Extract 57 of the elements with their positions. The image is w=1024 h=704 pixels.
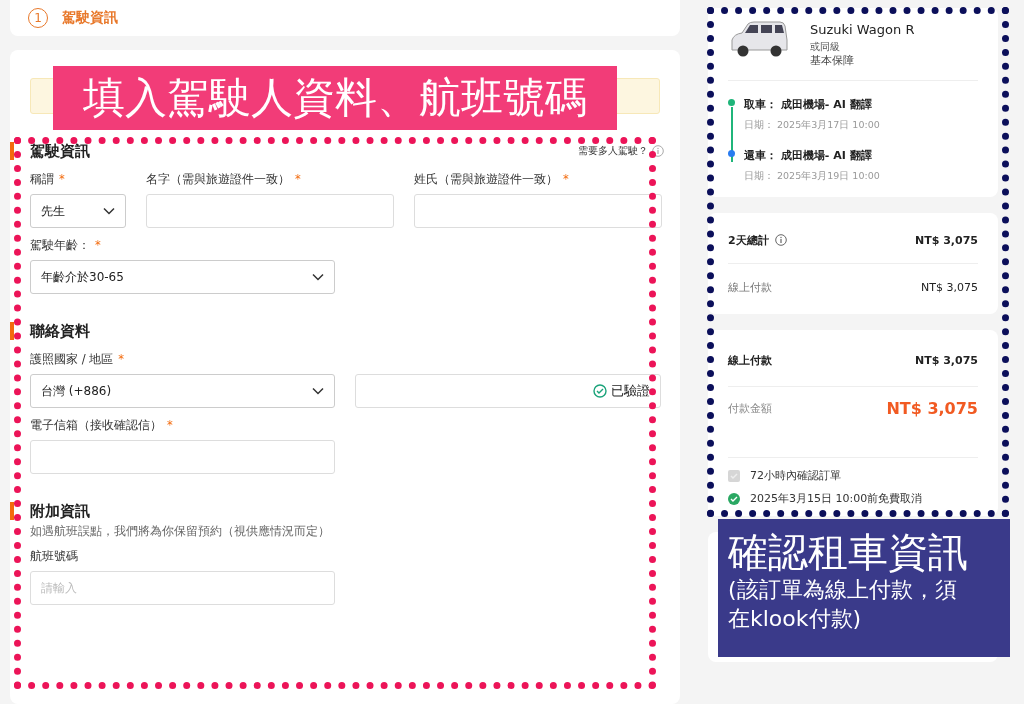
summary-label: 2天總計	[728, 232, 769, 248]
summary-label: 線上付款	[728, 279, 772, 295]
select-field[interactable]: 年齡介於30-65	[30, 260, 335, 294]
section-marker	[10, 502, 14, 520]
check-circle-icon	[593, 384, 607, 398]
stop-title: 取車： 成田機場- AI 翻譯	[744, 97, 873, 112]
required-mark: *	[118, 352, 124, 368]
required-mark: *	[563, 172, 569, 188]
check-circle-icon	[728, 492, 740, 505]
payment-label: 付款金額	[728, 401, 772, 416]
field-label: 名字（需與旅遊證件一致）	[146, 172, 290, 188]
field-label: 電子信箱（接收確認信）	[30, 418, 162, 434]
timeline-line	[731, 107, 733, 162]
stop-date: 日期： 2025年3月17日 10:00	[744, 119, 881, 132]
section-title: 附加資訊	[30, 501, 91, 521]
required-mark: *	[167, 418, 173, 434]
phone-field[interactable]: 已驗證	[355, 374, 661, 408]
field-label: 護照國家 / 地區	[30, 352, 114, 368]
field-label: 駕駛年齡：	[30, 238, 90, 254]
select-field[interactable]: 台灣 (+886)	[30, 374, 335, 408]
feature-text: 2025年3月15日 10:00前免費取消	[750, 491, 923, 506]
insurance-label: 基本保障	[810, 54, 855, 68]
payment-value: NT$ 3,075	[886, 399, 978, 418]
input-field[interactable]: 請輸入	[30, 571, 335, 605]
input-field[interactable]	[414, 194, 662, 228]
payment-value: NT$ 3,075	[915, 353, 978, 367]
required-mark: *	[95, 238, 101, 254]
annotation-label: 填入駕駛人資料、航班號碼	[53, 66, 617, 130]
annotation-label: 確認租車資訊 (該訂單為線上付款，須在klook付款)	[718, 519, 1010, 657]
info-icon	[652, 145, 664, 157]
stop-date: 日期： 2025年3月19日 10:00	[744, 170, 881, 183]
chevron-down-icon	[103, 207, 115, 215]
chevron-down-icon	[312, 387, 324, 395]
car-class: 或同級	[810, 40, 841, 54]
payment-label: 線上付款	[728, 352, 772, 368]
section-marker	[10, 142, 14, 160]
summary-value: NT$ 3,075	[915, 233, 978, 247]
required-mark: *	[59, 172, 65, 188]
section-marker	[10, 322, 14, 340]
step-title: 駕駛資訊	[62, 9, 118, 27]
input-field[interactable]	[30, 440, 335, 474]
checkbox-icon	[728, 469, 740, 482]
field-label: 稱謂	[30, 172, 54, 188]
section-title: 駕駛資訊	[30, 141, 91, 161]
field-label: 姓氏（需與旅遊證件一致）	[414, 172, 558, 188]
select-field[interactable]: 先生	[30, 194, 126, 228]
input-field[interactable]	[146, 194, 394, 228]
required-mark: *	[295, 172, 301, 188]
summary-value: NT$ 3,075	[921, 280, 978, 294]
multi-driver-link[interactable]: 需要多人駕駛？	[578, 144, 648, 158]
section-title: 聯絡資料	[30, 321, 91, 341]
field-label: 航班號碼	[30, 549, 78, 565]
feature-text: 72小時內確認訂單	[750, 468, 841, 483]
chevron-down-icon	[312, 273, 324, 281]
car-name: Suzuki Wagon R	[810, 22, 915, 37]
stop-title: 還車： 成田機場- AI 翻譯	[744, 148, 873, 163]
section-note: 如遇航班誤點，我們將為你保留預約（視供應情況而定）	[29, 524, 331, 539]
